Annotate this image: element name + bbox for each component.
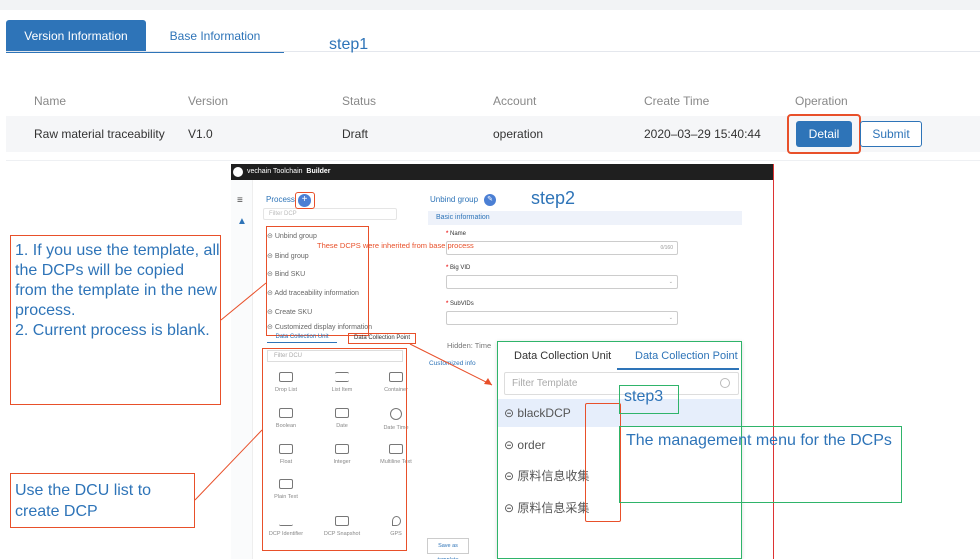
menu-icon[interactable]: ≡ <box>237 195 243 206</box>
cell-name: Raw material traceability <box>34 127 165 141</box>
tab-version-information[interactable]: Version Information <box>6 20 146 53</box>
brand-name: vechain Toolchain <box>247 168 303 175</box>
zoom-tab-dcu[interactable]: Data Collection Unit <box>514 350 611 362</box>
edit-badge-icon[interactable]: ✎ <box>484 194 496 206</box>
detail-button[interactable]: Detail <box>796 121 852 147</box>
builder-header: vechain Toolchain Builder <box>231 164 773 180</box>
vechain-logo-icon <box>233 167 243 177</box>
dcp-template-item[interactable]: ⊝ blackDCP <box>504 406 571 420</box>
cell-create-time: 2020–03–29 15:40:44 <box>644 127 761 141</box>
search-icon <box>720 378 730 388</box>
top-strip <box>0 0 980 10</box>
subvids-label-text: SubVIDs <box>450 301 474 307</box>
note2-text: Use the DCU list to create DCP <box>15 482 152 520</box>
big-vid-label-text: Big VID <box>450 265 471 271</box>
step2-label: step2 <box>531 188 576 208</box>
column-header-name: Name <box>34 94 67 108</box>
dcp-template-label: order <box>517 438 546 452</box>
dcp-template-item[interactable]: ⊝ 原料信息收集 <box>504 467 589 484</box>
tab-bar: Version Information Base Information <box>0 20 980 53</box>
dcp-template-item[interactable]: ⊝ order <box>504 438 545 452</box>
builder-sidebar: ≡ ▲ <box>231 180 253 559</box>
save-as-template-button[interactable]: Save as template <box>427 538 469 559</box>
cell-account: operation <box>493 127 544 141</box>
active-tab-indicator <box>617 368 739 370</box>
home-icon[interactable]: ▲ <box>237 216 247 227</box>
dcp-template-label: blackDCP <box>517 406 571 420</box>
dcp-template-item[interactable]: ⊝ 原料信息采集 <box>504 499 589 516</box>
subvids-select[interactable]: ⌄ <box>446 311 678 325</box>
name-label-text: Name <box>450 231 467 237</box>
column-header-status: Status <box>342 94 377 108</box>
step1-label: step1 <box>329 36 369 53</box>
big-vid-select[interactable]: ⌄ <box>446 275 678 289</box>
subvids-label: * SubVIDs <box>446 301 474 307</box>
builder-tab-dcp[interactable]: Data Collection Point <box>348 333 416 344</box>
add-process-button[interactable]: + <box>298 194 311 207</box>
column-header-account: Account <box>493 94 537 108</box>
name-label: * Name <box>446 231 467 237</box>
column-header-operation: Operation <box>795 94 848 108</box>
dcp-template-label: 原料信息采集 <box>517 501 590 515</box>
table-header: Name Version Status Account Create Time … <box>6 86 980 116</box>
column-header-version: Version <box>188 94 229 108</box>
basic-information-header: Basic information <box>428 211 742 225</box>
process-title: Process <box>266 195 295 204</box>
dcp-template-label: 原料信息收集 <box>517 469 590 483</box>
tab-base-information[interactable]: Base Information <box>146 20 284 53</box>
builder-label: Builder <box>306 168 331 175</box>
table-bottom-line <box>6 160 980 161</box>
management-note: The management menu for the DCPs <box>626 432 892 449</box>
filter-template-placeholder: Filter Template <box>512 378 578 389</box>
note1-text: 1. If you use the template, all the DCPs… <box>15 242 220 339</box>
zoom-tab-dcp[interactable]: Data Collection Point <box>635 350 738 362</box>
dcu-list-highlight <box>262 348 407 551</box>
submit-button[interactable]: Submit <box>860 121 922 147</box>
inherited-dcps-note: These DCPS were inherited from base proc… <box>317 241 474 250</box>
name-input[interactable]: 0/160 <box>446 241 678 255</box>
builder-tab-dcu[interactable]: Data Collection Unit <box>267 334 337 343</box>
cell-version: V1.0 <box>188 127 213 141</box>
unbind-group-title: Unbind group <box>430 195 479 204</box>
cell-status: Draft <box>342 127 369 141</box>
filter-dcp-input[interactable]: Filter DCP <box>263 208 397 220</box>
customized-info-header: Customized info <box>429 360 476 367</box>
step3-label: step3 <box>624 388 664 405</box>
tab-divider <box>6 51 980 52</box>
hidden-time-label: Hidden: Time <box>447 341 492 350</box>
dcp-items-highlight <box>585 403 621 522</box>
big-vid-label: * Big VID <box>446 265 471 271</box>
column-header-create-time: Create Time <box>644 94 710 108</box>
